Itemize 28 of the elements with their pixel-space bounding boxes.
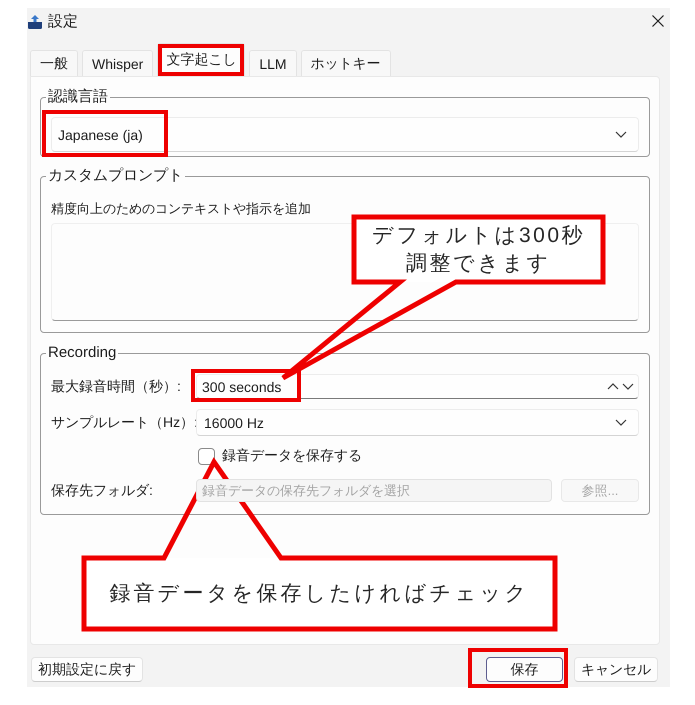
tab[interactable]: 一般 xyxy=(30,50,78,76)
field-label: 最大録音時間（秒）: xyxy=(51,378,182,396)
tab[interactable]: Whisper xyxy=(82,50,154,76)
tab[interactable]: 文字起こし xyxy=(157,43,246,76)
dialog-button[interactable]: キャンセル xyxy=(574,657,658,682)
checkbox-label[interactable]: 録音データを保存する xyxy=(222,447,362,465)
field-label: 保存先フォルダ: xyxy=(51,482,154,500)
app-icon xyxy=(28,14,42,28)
callout-text: 録音データを保存したければチェック xyxy=(110,580,530,606)
tab[interactable]: LLM xyxy=(249,50,297,76)
dialog-button[interactable]: 保存 xyxy=(486,657,563,682)
window-title: 設定 xyxy=(48,12,78,30)
close-icon xyxy=(652,15,664,27)
group-legend: 認識言語 xyxy=(46,88,110,106)
duration-spinbox[interactable]: 300 seconds xyxy=(196,374,639,399)
sample-rate-dropdown[interactable]: 16000 Hz xyxy=(196,409,639,436)
callout-text: デフォルトは300秒 調整できます xyxy=(372,222,586,276)
group-legend: カスタムプロンプト xyxy=(46,167,185,185)
chevron-down-icon[interactable] xyxy=(622,383,634,390)
field-description: 精度向上のためのコンテキストや指示を追加 xyxy=(51,200,312,217)
checkbox[interactable] xyxy=(198,448,215,464)
language-dropdown[interactable]: Japanese (ja) xyxy=(51,117,639,152)
tab[interactable]: ホットキー xyxy=(300,50,391,76)
reset-button[interactable]: 初期設定に戻す xyxy=(31,657,143,682)
chevron-down-icon xyxy=(615,131,627,138)
chevron-down-icon xyxy=(615,419,627,426)
group-legend: Recording xyxy=(46,344,118,362)
chevron-up-icon[interactable] xyxy=(607,383,619,390)
